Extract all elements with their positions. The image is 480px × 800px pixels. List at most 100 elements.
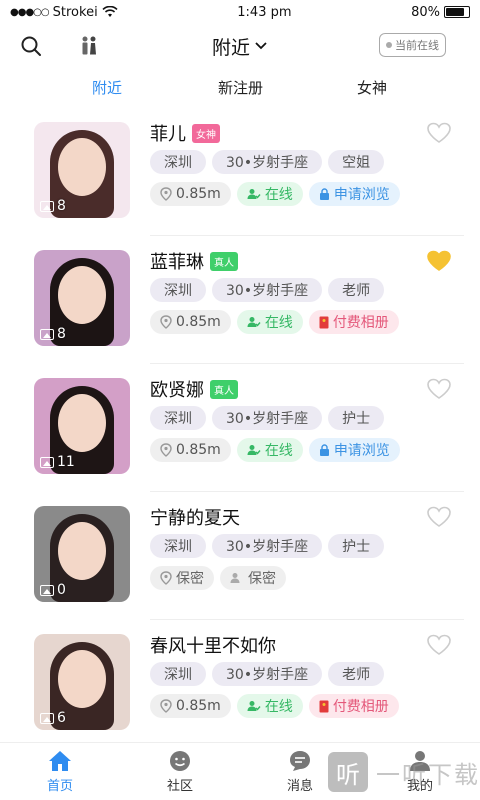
online-status-pill: 在线 (236, 438, 303, 462)
user-name: 宁静的夏天 (150, 508, 240, 529)
photo-count-badge: 8 (40, 326, 66, 342)
tab-bar: 附近 新注册 女神 (0, 68, 480, 106)
online-filter-label: 当前在线 (395, 39, 439, 52)
chevron-down-icon (255, 42, 267, 50)
status-left: ●●●○○ Strokei (10, 5, 118, 20)
signal-icon: ●●●○○ (10, 6, 50, 18)
paid-album-button[interactable]: 付费相册 (308, 694, 399, 718)
name-row: 菲儿 女神 (150, 120, 220, 146)
photo-count-badge: 6 (40, 710, 66, 726)
clock: 1:43 pm (237, 4, 292, 20)
name-row: 春风十里不如你 (150, 632, 276, 658)
user-status-icon (230, 573, 240, 583)
age-zodiac-tag: 30•岁射手座 (212, 278, 323, 302)
photo-count: 0 (57, 582, 66, 598)
user-list: 8 菲儿 女神 深圳 30•岁射手座 空姐 0.85m 在线 申请浏览 8 蓝菲… (0, 108, 480, 748)
distance-pill: 0.85m (150, 182, 231, 206)
occupation-tag: 老师 (328, 662, 385, 686)
tag-row: 深圳 30•岁射手座 空姐 (150, 150, 385, 174)
online-status-pill: 在线 (236, 182, 303, 206)
occupation-tag: 护士 (328, 534, 385, 558)
battery-percent: 80% (411, 4, 440, 20)
status-value: 在线 (264, 699, 293, 715)
age-zodiac-tag: 30•岁射手座 (212, 534, 323, 558)
online-filter-button[interactable]: 当前在线 (379, 33, 446, 57)
action-label: 申请浏览 (333, 443, 390, 459)
like-heart-icon[interactable] (426, 122, 452, 144)
distance-pill: 0.85m (150, 438, 231, 462)
location-pin-icon (160, 315, 172, 329)
gender-filter-icon[interactable] (78, 35, 100, 57)
occupation-tag: 空姐 (328, 150, 385, 174)
request-view-button[interactable]: 申请浏览 (308, 182, 400, 206)
verified-badge: 真人 (210, 251, 238, 271)
watermark-logo: 听 (328, 752, 368, 792)
user-name: 蓝菲琳 (150, 252, 204, 273)
status-value: 保密 (248, 571, 276, 587)
carrier-label: Strokei (52, 4, 98, 20)
nav-community[interactable]: 社区 (120, 743, 240, 800)
distance-value: 0.85m (176, 698, 221, 714)
nav-home[interactable]: 首页 (0, 743, 120, 800)
top-header: 附近 当前在线 (0, 24, 480, 68)
like-heart-icon[interactable] (426, 634, 452, 656)
user-avatar[interactable]: 6 (34, 634, 130, 730)
user-avatar[interactable]: 11 (34, 378, 130, 474)
distance-pill: 0.85m (150, 310, 231, 334)
photo-count: 11 (57, 454, 75, 470)
user-card[interactable]: 6 春风十里不如你 深圳 30•岁射手座 老师 0.85m 在线 付费相册 (0, 620, 480, 748)
photo-count: 6 (57, 710, 66, 726)
meta-row: 保密 保密 (150, 566, 286, 590)
location-pin-icon (160, 699, 172, 713)
photo-icon (40, 584, 54, 596)
online-user-icon (247, 189, 261, 199)
name-row: 蓝菲琳 真人 (150, 248, 238, 274)
like-heart-icon[interactable] (426, 378, 452, 400)
online-user-icon (247, 701, 261, 711)
city-tag: 深圳 (150, 662, 206, 686)
nav-home-label: 首页 (46, 778, 73, 794)
battery-icon (444, 6, 470, 18)
user-avatar[interactable]: 8 (34, 250, 130, 346)
distance-pill: 保密 (150, 566, 214, 590)
online-user-icon (247, 445, 261, 455)
like-heart-icon[interactable] (426, 250, 452, 272)
location-pin-icon (160, 187, 172, 201)
user-avatar[interactable]: 8 (34, 122, 130, 218)
location-dropdown[interactable]: 附近 (212, 33, 268, 60)
online-status-pill: 在线 (236, 694, 303, 718)
user-card[interactable]: 8 菲儿 女神 深圳 30•岁射手座 空姐 0.85m 在线 申请浏览 (0, 108, 480, 236)
paid-album-button[interactable]: 付费相册 (308, 310, 399, 334)
occupation-tag: 护士 (328, 406, 385, 430)
nav-messages-label: 消息 (286, 778, 313, 794)
status-value: 在线 (264, 187, 293, 203)
search-icon[interactable] (20, 35, 42, 57)
tab-goddess[interactable]: 女神 (357, 77, 387, 98)
meta-row: 0.85m 在线 付费相册 (150, 310, 399, 334)
tag-row: 深圳 30•岁射手座 护士 (150, 406, 385, 430)
distance-value: 0.85m (176, 186, 221, 202)
status-value: 在线 (264, 315, 293, 331)
user-avatar[interactable]: 0 (34, 506, 130, 602)
user-card[interactable]: 8 蓝菲琳 真人 深圳 30•岁射手座 老师 0.85m 在线 付费相册 (0, 236, 480, 364)
photo-count: 8 (57, 198, 66, 214)
location-pin-icon (160, 571, 172, 585)
city-tag: 深圳 (150, 278, 206, 302)
photo-count: 8 (57, 326, 66, 342)
lock-icon (319, 188, 329, 200)
city-tag: 深圳 (150, 534, 206, 558)
user-card[interactable]: 0 宁静的夏天 深圳 30•岁射手座 护士 保密 保密 (0, 492, 480, 620)
community-icon (170, 750, 190, 771)
user-card[interactable]: 11 欧贤娜 真人 深圳 30•岁射手座 护士 0.85m 在线 申请浏览 (0, 364, 480, 492)
request-view-button[interactable]: 申请浏览 (308, 438, 400, 462)
distance-pill: 0.85m (150, 694, 231, 718)
photo-icon (40, 200, 54, 212)
name-row: 宁静的夏天 (150, 504, 240, 530)
tab-new-registered[interactable]: 新注册 (218, 77, 263, 98)
like-heart-icon[interactable] (426, 506, 452, 528)
tab-nearby[interactable]: 附近 (92, 77, 122, 98)
status-pill: 保密 (220, 566, 286, 590)
wifi-icon (102, 6, 118, 17)
user-name: 春风十里不如你 (150, 636, 276, 657)
header-title: 附近 (211, 36, 251, 59)
